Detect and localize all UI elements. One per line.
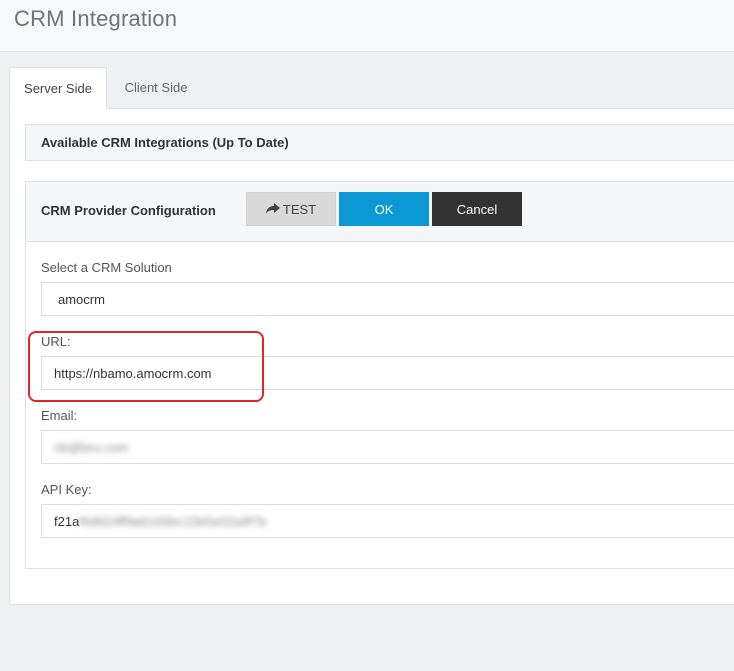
crm-solution-value: amocrm xyxy=(58,291,105,307)
tab-panel-server-side: Available CRM Integrations (Up To Date) … xyxy=(9,108,734,605)
available-crm-integrations-title: Available CRM Integrations (Up To Date) xyxy=(41,135,289,150)
page-title: CRM Integration xyxy=(14,6,178,31)
share-arrow-icon xyxy=(265,203,280,214)
crm-solution-select[interactable]: amocrm xyxy=(41,282,734,316)
api-key-obscured-value: f0d924ff9a6100bc15b5e02a9f7b xyxy=(79,513,267,529)
ok-button[interactable]: OK xyxy=(339,192,429,226)
tab-strip: Server Side Client Side xyxy=(9,67,734,109)
page-header: CRM Integration xyxy=(0,0,734,52)
tab-client-side[interactable]: Client Side xyxy=(107,67,205,109)
crm-provider-config-title: CRM Provider Configuration xyxy=(41,203,216,218)
crm-provider-config-panel: CRM Provider Configuration TEST OK Cance… xyxy=(25,181,734,569)
email-input[interactable]: nb@bru.com xyxy=(41,430,734,464)
email-value: nb@bru.com xyxy=(54,439,129,455)
available-crm-integrations-panel[interactable]: Available CRM Integrations (Up To Date) xyxy=(25,124,734,161)
test-button-label: TEST xyxy=(282,201,317,217)
tab-server-side[interactable]: Server Side xyxy=(9,67,107,109)
test-button[interactable]: TEST xyxy=(246,192,336,226)
api-key-visible-value: f21a xyxy=(54,513,80,529)
available-crm-integrations-header[interactable]: Available CRM Integrations (Up To Date) xyxy=(26,125,734,160)
email-label: Email: xyxy=(41,408,78,423)
api-key-label: API Key: xyxy=(41,482,92,497)
crm-solution-label: Select a CRM Solution xyxy=(41,260,172,275)
api-key-input[interactable]: f21a f0d924ff9a6100bc15b5e02a9f7b xyxy=(41,504,734,538)
url-label: URL: xyxy=(41,334,71,349)
cancel-button[interactable]: Cancel xyxy=(432,192,522,226)
crm-provider-config-header: CRM Provider Configuration TEST OK Cance… xyxy=(26,182,734,242)
url-value: https://nbamo.amocrm.com xyxy=(54,365,212,381)
url-input[interactable]: https://nbamo.amocrm.com xyxy=(41,356,734,390)
